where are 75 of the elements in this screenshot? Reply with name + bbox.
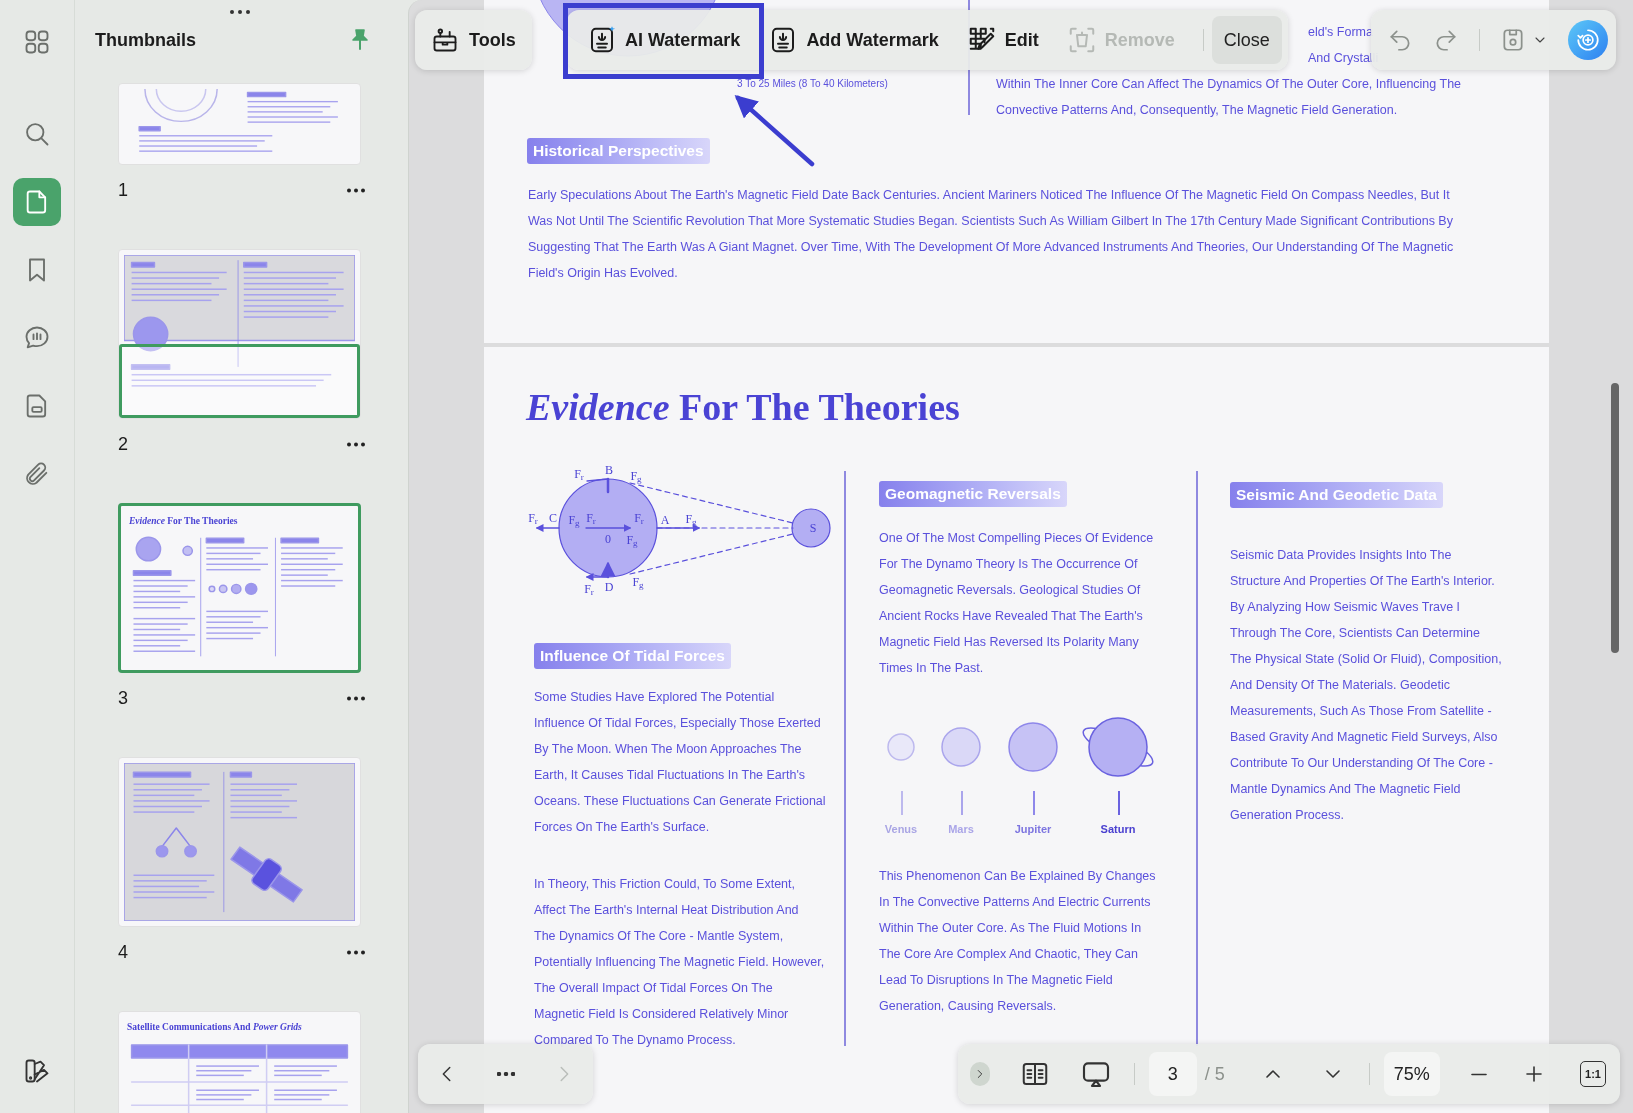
thumbnails-tab[interactable] — [13, 178, 61, 226]
tick-mark — [901, 791, 903, 815]
page-number: 4 — [118, 941, 128, 964]
toolbar-button[interactable]: Add Watermark — [768, 16, 939, 64]
scrollbar-thumb[interactable] — [1611, 383, 1619, 653]
search-icon — [23, 120, 51, 148]
more-button[interactable] — [496, 1072, 515, 1076]
diagram-label: F$_{g}$ — [685, 513, 697, 525]
tools-button[interactable]: Tools — [415, 10, 532, 70]
page-number-field[interactable]: 3 — [1148, 1052, 1197, 1096]
section-heading: Seismic And Geodetic Data — [1230, 482, 1443, 508]
planet-label: Saturn — [1100, 822, 1136, 837]
tick-mark — [1033, 791, 1035, 815]
zoom-field[interactable]: 75% — [1383, 1052, 1441, 1096]
apps-grid-icon — [23, 28, 51, 56]
diagram-label: D — [604, 581, 614, 593]
more-icon — [347, 442, 365, 447]
toolbar-button[interactable]: Edit — [966, 16, 1039, 64]
page-title: Evidence For The Theories — [526, 385, 961, 429]
diagram-label: F$_{r}$ — [634, 512, 644, 524]
diagram-label: F$_{g}$ — [568, 514, 580, 526]
section-heading: Influence Of Tidal Forces — [534, 643, 731, 669]
page-number: 1 — [118, 179, 128, 202]
paragraph: This Phenomenon Can Be Explained By Changes In The Convective Patterns And Electric Currents Within The Outer Core. As The Fluid Motions In The Core Are Complex And Chaotic, They Can Lead To Disruptions In The Magnetic Field Generation, Causing Reversals. — [879, 868, 1157, 1015]
diagram-label: A — [660, 514, 670, 526]
diagram-label: F$_{g}$ — [632, 576, 644, 588]
diagram-label: F$_{r}$ — [528, 512, 538, 524]
paragraph: In Theory, This Friction Could, To Some Extent, Affect The Earth's Internal Heat Distribution And The Dynamics Of The Core - Mantle System, Potentially Influencing The Magnetic Field. However, The Overall Impact Of Tidal Forces On The Magnetic Field Is Considered Relatively Minor Compared To The Dynamo Process. — [534, 876, 826, 1049]
planet-label: Venus — [884, 822, 918, 837]
paragraph: One Of The Most Compelling Pieces Of Evidence For The Dynamo Theory Is The Occurrence Of Geomagnetic Reversals. Geological Studies Of Ancient Rocks Have Revealed That The Earth's Magnetic Field Has Reversed Its Polarity Many Times In The Past. — [879, 530, 1155, 677]
section-heading: Historical Perspectives — [527, 138, 710, 164]
diagram-label: S — [809, 522, 817, 534]
diagram-label: F$_{g}$ — [626, 534, 638, 546]
page-number: 3 — [118, 687, 128, 710]
tick-mark — [961, 791, 963, 815]
zoom-out-button[interactable] — [1470, 1072, 1489, 1076]
page-thumbnail[interactable] — [118, 83, 361, 165]
thumbnail-title: Satellite Communications And Power Grids — [127, 1021, 302, 1034]
toolbar-button[interactable]: AI Watermark — [587, 16, 741, 64]
more-icon — [347, 696, 365, 701]
paragraph: Within The Inner Core Can Affect The Dynamics Of The Outer Core, Influencing The Convective Patterns And, Consequently, The Magnetic Field Generation. — [996, 76, 1462, 119]
minus-icon — [1470, 1072, 1489, 1076]
diagram-label: F$_{r}$ — [586, 512, 596, 524]
panel-title: Thumbnails — [95, 28, 196, 52]
more-icon — [347, 188, 365, 193]
text-fragment: eld's Forma — [1308, 24, 1373, 41]
diagram-label: C — [549, 512, 557, 524]
paragraph: Seismic Data Provides Insights Into The Structure And Properties Of The Earth's Interior. By Analyzing How Seismic Waves Trave l Through The Core, Scientists Can Determine The Physical State (Solid Or Fluid), Composition, And Density Of The Materials. Geodetic Measurements, Such As Those From Satellite - Based Gravity And Magnetic Field Surveys, Also Contribute To Our Understanding Of The Core - Mantle Dynamics And The Magnetic Field Generation Process. — [1230, 547, 1502, 824]
section-heading: Geomagnetic Reversals — [879, 481, 1067, 507]
assistant-icon — [1575, 27, 1601, 53]
thumbnail-title: Evidence For The Theories — [129, 515, 238, 528]
page-thumbnail[interactable]: Satellite Communications And Power Grids — [118, 1011, 361, 1113]
assistant-button[interactable] — [1568, 20, 1608, 60]
planet-label: Jupiter — [1014, 822, 1052, 837]
figure-caption: 3 To 25 Miles (8 To 40 Kilometers) — [737, 77, 888, 91]
page-count: / 5 — [1204, 1062, 1225, 1086]
more-icon — [347, 950, 365, 955]
drag-handle-icon — [229, 9, 251, 15]
page-thumbnail[interactable]: Evidence For The Theories — [118, 503, 361, 673]
paragraph: Some Studies Have Explored The Potential Influence Of Tidal Forces, Especially Those Exerted By The Moon. When The Moon Approaches The Earth, It Causes Tidal Fluctuations In The Earth's Oceans. These Fluctuations Can Generate Frictional Forces On The Earth's Surface. — [534, 689, 827, 836]
tick-mark — [1118, 791, 1120, 815]
page-number: 2 — [118, 433, 128, 456]
diagram-label: B — [605, 464, 613, 476]
diagram-label: 0 — [605, 533, 611, 545]
paragraph: Early Speculations About The Earth's Magnetic Field Date Back Centuries. Ancient Mariners Noticed The Influence Of The Magnetic Field On Compass Needles, But It Was Not Until The Scientific Revolution That More Systematic Studies Began. Scientists Such As William Gilbert In The 17th Century Made Significant Contributions By Suggesting That The Earth Was A Giant Magnet. Over Time, With The Development Of More Advanced Instruments And Theories, Our Understanding Of The Magnetic Field's Origin Has Evolved. — [528, 187, 1455, 282]
more-icon — [496, 1072, 515, 1076]
actual-size-button[interactable]: 1:1 — [1580, 1061, 1606, 1087]
diagram-label: F$_{r}$ — [574, 468, 584, 480]
diagram-label: F$_{g}$ — [630, 470, 642, 482]
planet-label: Mars — [948, 822, 974, 837]
swatch-book-icon — [23, 1057, 51, 1085]
toolbox-icon — [431, 26, 459, 54]
close-button[interactable]: Close — [1211, 16, 1282, 64]
save-icon — [1500, 27, 1526, 53]
diagram-label: F$_{r}$ — [584, 583, 594, 595]
